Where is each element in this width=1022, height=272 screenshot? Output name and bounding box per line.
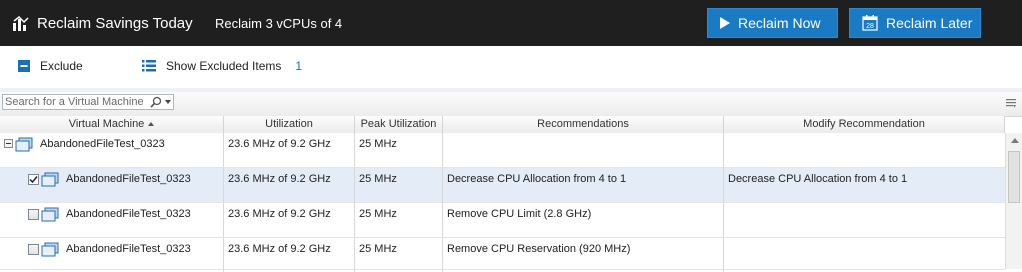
cell-virtual-machine: AbandonedFileTest_0323: [0, 168, 224, 202]
scroll-thumb[interactable]: [1008, 151, 1020, 203]
utilization-value: 23.6 MHz of 9.2 GHz: [228, 208, 331, 220]
table-row[interactable]: AbandonedFileTest_0323 23.6 MHz of 9.2 G…: [0, 203, 1005, 238]
minus-square-icon: [18, 60, 30, 72]
vm-name: AbandonedFileTest_0323: [66, 208, 191, 220]
peak-utilization-value: 25 MHz: [359, 208, 397, 220]
vm-name: AbandonedFileTest_0323: [66, 173, 191, 185]
show-excluded-label: Show Excluded Items: [166, 59, 282, 73]
cell-utilization: 23.6 MHz of 9.2 GHz: [224, 203, 355, 237]
column-header-peak-utilization[interactable]: Peak Utilization: [355, 116, 443, 133]
search-icon[interactable]: [150, 96, 162, 108]
cell-recommendation: [443, 133, 724, 167]
reclaim-later-button[interactable]: 28 Reclaim Later: [849, 8, 981, 38]
table-row[interactable]: AbandonedFileTest_0323 23.6 MHz of 9.2 G…: [0, 133, 1005, 168]
cell-recommendation: Remove CPU Limit (2.8 GHz): [443, 203, 724, 237]
search-options-dropdown[interactable]: [165, 100, 171, 104]
reclaim-now-label: Reclaim Now: [738, 15, 821, 31]
peak-utilization-value: 25 MHz: [359, 173, 397, 185]
cell-virtual-machine: AbandonedFileTest_0323: [0, 238, 224, 272]
utilization-value: 23.6 MHz of 9.2 GHz: [228, 173, 331, 185]
cell-virtual-machine: AbandonedFileTest_0323: [0, 203, 224, 237]
vm-name: AbandonedFileTest_0323: [66, 243, 191, 255]
utilization-value: 23.6 MHz of 9.2 GHz: [228, 138, 331, 150]
cell-recommendation: Decrease CPU Allocation from 4 to 1: [443, 168, 724, 202]
column-label: Virtual Machine: [68, 118, 145, 130]
action-toolbar: Exclude Show Excluded Items 1: [0, 46, 1022, 89]
utilization-value: 23.6 MHz of 9.2 GHz: [228, 243, 331, 255]
reclaim-summary: Reclaim 3 vCPUs of 4: [215, 16, 343, 31]
cell-modify-recommendation[interactable]: [724, 238, 1005, 272]
cell-peak-utilization: 25 MHz: [355, 133, 443, 167]
virtual-machine-icon: [15, 137, 33, 152]
recommendation-text: Remove CPU Limit (2.8 GHz): [447, 208, 592, 220]
column-chooser-icon[interactable]: [1006, 98, 1016, 108]
virtual-machine-icon: [41, 207, 59, 222]
vertical-scrollbar[interactable]: [1005, 133, 1022, 269]
column-label: Utilization: [265, 118, 313, 130]
cell-peak-utilization: 25 MHz: [355, 238, 443, 272]
grid-header: Virtual Machine Utilization Peak Utiliza…: [0, 116, 1005, 134]
cell-modify-recommendation[interactable]: Decrease CPU Allocation from 4 to 1: [724, 168, 1005, 202]
peak-utilization-value: 25 MHz: [359, 138, 397, 150]
cell-utilization: 23.6 MHz of 9.2 GHz: [224, 133, 355, 167]
virtual-machine-icon: [41, 172, 59, 187]
recommendation-text: Decrease CPU Allocation from 4 to 1: [447, 173, 627, 185]
excluded-count-badge[interactable]: 1: [295, 59, 302, 73]
search-input[interactable]: [5, 95, 145, 109]
play-icon: [720, 17, 730, 29]
cell-peak-utilization: 25 MHz: [355, 168, 443, 202]
cell-modify-recommendation[interactable]: [724, 203, 1005, 237]
exclude-button[interactable]: Exclude: [18, 59, 83, 73]
cell-modify-recommendation[interactable]: [724, 133, 1005, 167]
column-label: Peak Utilization: [360, 118, 437, 130]
cell-peak-utilization: 25 MHz: [355, 203, 443, 237]
search-bar: [0, 92, 1022, 117]
column-label: Modify Recommendation: [803, 118, 925, 130]
column-header-recommendations[interactable]: Recommendations: [443, 116, 724, 133]
reclaim-later-label: Reclaim Later: [886, 15, 973, 31]
column-header-virtual-machine[interactable]: Virtual Machine: [0, 116, 224, 133]
exclude-label: Exclude: [40, 59, 83, 73]
modify-recommendation-text: Decrease CPU Allocation from 4 to 1: [728, 173, 908, 185]
page-title: Reclaim Savings Today: [37, 15, 193, 32]
cell-virtual-machine: AbandonedFileTest_0323: [0, 133, 224, 167]
column-label: Recommendations: [537, 118, 629, 130]
virtual-machine-icon: [41, 242, 59, 257]
calendar-day: 28: [866, 23, 874, 30]
row-checkbox[interactable]: [28, 209, 39, 220]
table-row[interactable]: AbandonedFileTest_0323 23.6 MHz of 9.2 G…: [0, 238, 1005, 272]
row-checkbox[interactable]: [28, 244, 39, 255]
header-bar: Reclaim Savings Today Reclaim 3 vCPUs of…: [0, 0, 1022, 46]
cell-utilization: 23.6 MHz of 9.2 GHz: [224, 168, 355, 202]
calendar-icon: 28: [862, 15, 878, 31]
recommendation-text: Remove CPU Reservation (920 MHz): [447, 243, 631, 255]
column-header-modify-recommendation[interactable]: Modify Recommendation: [724, 116, 1005, 133]
row-checkbox[interactable]: [28, 174, 39, 185]
show-excluded-items-button[interactable]: Show Excluded Items 1: [142, 59, 302, 73]
collapse-toggle[interactable]: [4, 139, 13, 148]
checkmark-icon: [29, 176, 38, 184]
reclaim-now-button[interactable]: Reclaim Now: [707, 8, 838, 38]
sort-ascending-icon: [148, 122, 155, 126]
vm-name: AbandonedFileTest_0323: [40, 138, 165, 150]
bar-chart-icon: [13, 15, 29, 31]
cell-recommendation: Remove CPU Reservation (920 MHz): [443, 238, 724, 272]
peak-utilization-value: 25 MHz: [359, 243, 397, 255]
search-box: [2, 94, 174, 110]
table-row[interactable]: AbandonedFileTest_0323 23.6 MHz of 9.2 G…: [0, 168, 1005, 203]
cell-utilization: 23.6 MHz of 9.2 GHz: [224, 238, 355, 272]
list-icon: [142, 60, 156, 72]
column-header-utilization[interactable]: Utilization: [224, 116, 355, 133]
scroll-up-arrow-icon[interactable]: [1011, 138, 1019, 143]
